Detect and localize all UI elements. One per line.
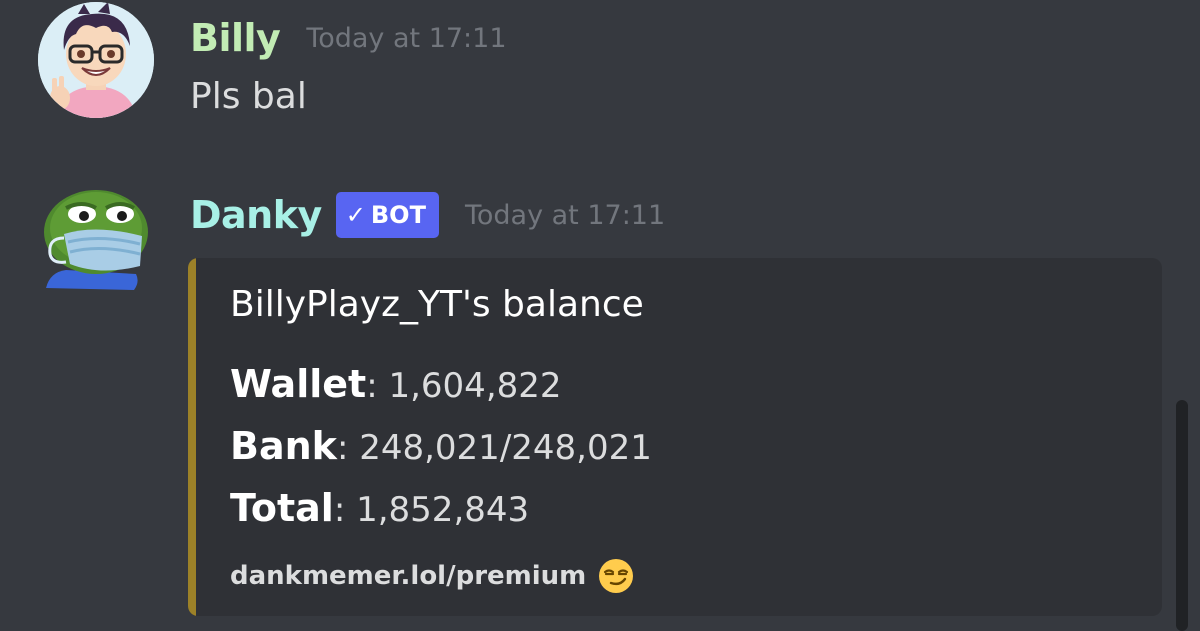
bot-tag-label: BOT (370, 201, 426, 229)
embed-field-total: Total: 1,852,843 (230, 486, 529, 530)
message-timestamp[interactable]: Today at 17:11 (465, 200, 665, 231)
embed-accent-bar (188, 258, 196, 616)
message-danky: Danky ✓ BOT Today at 17:11 BillyPlayz_YT… (0, 0, 1162, 631)
field-separator: : (333, 490, 346, 530)
field-name: Total (230, 486, 334, 530)
embed-footer: dankmemer.lol/premium (230, 558, 634, 594)
embed-field-bank: Bank: 248,021/248,021 (230, 424, 652, 468)
checkmark-icon: ✓ (345, 201, 366, 229)
embed-title: BillyPlayz_YT's balance (230, 284, 644, 325)
field-name: Bank (230, 424, 337, 468)
field-separator: : (336, 428, 349, 468)
smirking-face-emoji-icon (599, 559, 634, 593)
field-value: 1,604,822 (377, 366, 562, 406)
author-name[interactable]: Danky (190, 193, 322, 237)
chat-scrollbar[interactable] (1176, 400, 1188, 631)
danky-avatar[interactable] (36, 178, 156, 298)
field-value: 248,021/248,021 (348, 428, 652, 468)
chat-messages: Billy Today at 17:11 Pls bal Danky ✓ BOT… (0, 0, 1200, 631)
balance-embed: BillyPlayz_YT's balance Wallet: 1,604,82… (188, 258, 1162, 616)
bot-tag: ✓ BOT (335, 192, 439, 238)
pepe-frog-mask-avatar-icon (44, 190, 148, 290)
field-separator: : (366, 366, 378, 406)
field-value: 1,852,843 (345, 490, 530, 530)
footer-text: dankmemer.lol/premium (230, 561, 587, 591)
field-name: Wallet (230, 362, 367, 406)
embed-field-wallet: Wallet: 1,604,822 (230, 362, 562, 406)
